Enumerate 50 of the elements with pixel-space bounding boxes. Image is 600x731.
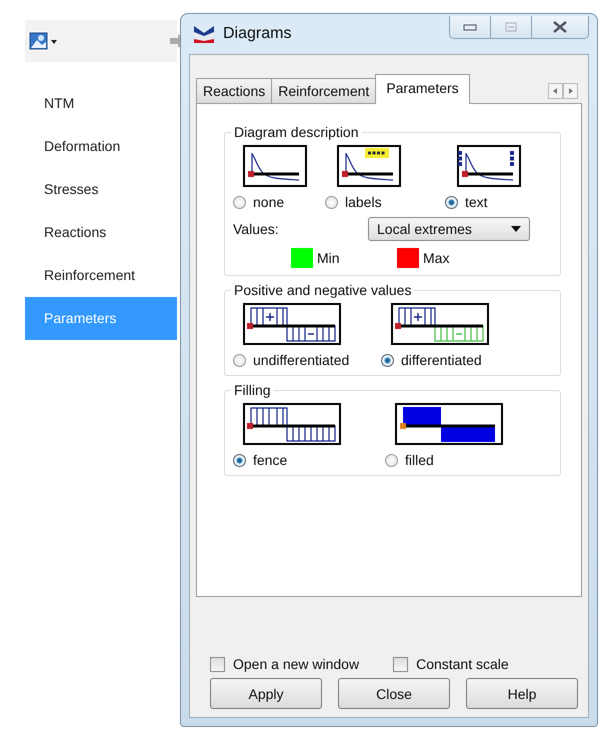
diagram-preview-icon (243, 303, 341, 345)
radio-button[interactable] (233, 196, 246, 208)
diagram-preview-icon (395, 403, 503, 445)
minimize-button[interactable] (450, 16, 490, 38)
tab[interactable]: Reinforcement (271, 78, 376, 103)
dialog-button[interactable]: Close (338, 678, 450, 709)
sidebar-item[interactable]: Reinforcement (25, 254, 177, 297)
close-button[interactable] (531, 16, 588, 38)
radio-label: fence (253, 452, 288, 468)
diagram-preview-icon (391, 303, 489, 345)
sidebar-item[interactable]: Deformation (25, 125, 177, 168)
checkbox-label: Constant scale (416, 656, 509, 672)
radio-label: none (253, 194, 284, 210)
values-label: Values: (233, 221, 280, 237)
sidebar-item[interactable]: Reactions (25, 211, 177, 254)
radio-label: undifferentiated (253, 352, 350, 368)
checkbox[interactable] (210, 656, 225, 672)
window-title: Diagrams (223, 25, 292, 43)
checkbox-label: Open a new window (233, 656, 360, 672)
tab[interactable]: Parameters (375, 74, 470, 104)
sidebar-item[interactable]: Stresses (25, 168, 177, 211)
radio-button[interactable] (381, 354, 394, 366)
tab-scroll-buttons[interactable] (548, 83, 578, 99)
diagram-preview-icon (337, 145, 401, 187)
dialog-button[interactable]: Help (466, 678, 578, 709)
sidebar-item[interactable]: NTM (25, 82, 177, 125)
legend-label: Min (317, 250, 341, 266)
caret-icon (511, 226, 521, 232)
radio-button[interactable] (385, 454, 398, 466)
diagram-preview-icon (457, 145, 521, 187)
dialog-button[interactable]: Apply (210, 678, 322, 709)
close-icon (552, 20, 568, 32)
image-dropdown-icon[interactable] (29, 31, 59, 51)
radio-button[interactable] (233, 354, 246, 366)
diagram-preview-icon (243, 403, 341, 445)
legend-label: Max (423, 250, 450, 266)
checkbox[interactable] (393, 656, 408, 672)
radio-label: labels (345, 194, 382, 210)
maximize-icon (505, 22, 517, 32)
app-logo-icon (193, 24, 215, 44)
minimize-icon (463, 22, 477, 30)
diagram-preview-icon (243, 145, 307, 187)
radio-button[interactable] (233, 454, 246, 466)
radio-button[interactable] (325, 196, 338, 208)
radio-label: text (465, 194, 488, 210)
radio-button[interactable] (445, 196, 458, 208)
radio-label: differentiated (401, 352, 482, 368)
radio-label: filled (405, 452, 434, 468)
values-dropdown[interactable]: Local extremes (368, 217, 530, 241)
tab[interactable]: Reactions (196, 78, 272, 103)
